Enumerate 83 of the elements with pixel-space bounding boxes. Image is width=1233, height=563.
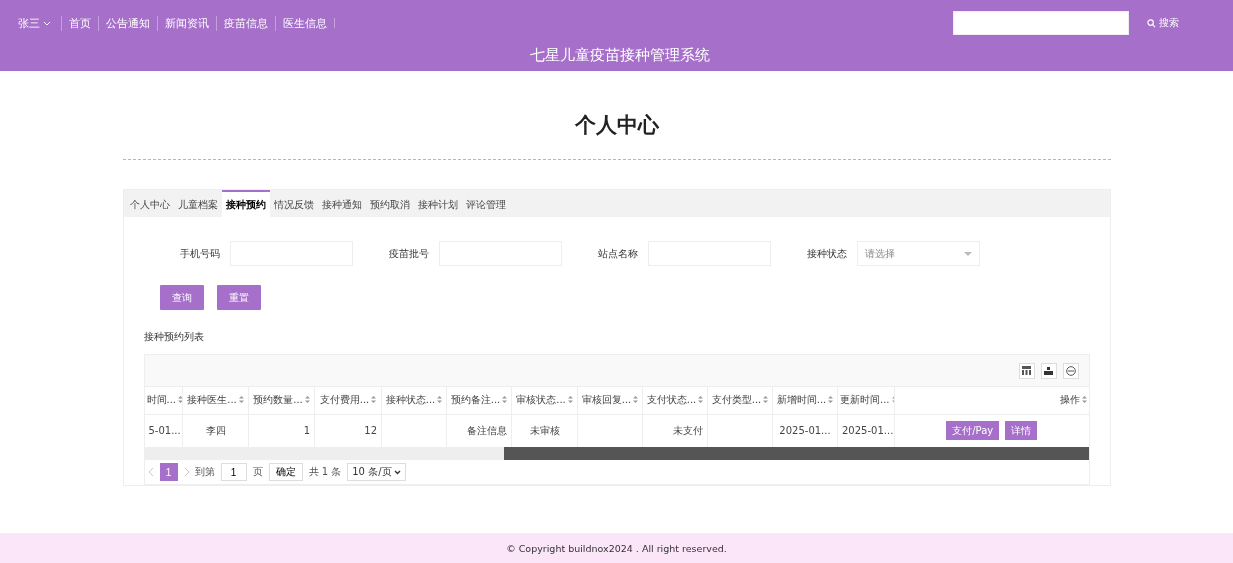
- column-header[interactable]: 操作: [894, 387, 1089, 414]
- search-field[interactable]: [953, 11, 1129, 35]
- table-cell: 1: [303, 425, 310, 437]
- tab[interactable]: 接种通知: [317, 190, 366, 217]
- reset-button[interactable]: 重置: [216, 285, 261, 310]
- nav-link[interactable]: 公告通知: [98, 15, 157, 31]
- sort-icon: [437, 396, 443, 404]
- sort-icon: [304, 396, 310, 404]
- total-count: 共 1 条: [308, 465, 342, 479]
- next-icon[interactable]: [183, 468, 189, 476]
- sort-icon: [371, 396, 377, 404]
- table-cell: 未审核: [529, 424, 560, 436]
- table-cell: 12: [364, 425, 377, 437]
- nav-link[interactable]: 新闻资讯: [157, 15, 216, 31]
- search-icon: [1147, 18, 1156, 28]
- page-input[interactable]: 1: [220, 463, 247, 481]
- tab[interactable]: 儿童档案: [173, 190, 222, 217]
- page-button[interactable]: 1: [159, 463, 178, 481]
- sort-icon: [1081, 396, 1087, 404]
- sort-icon: [238, 396, 244, 404]
- tab[interactable]: 个人中心: [125, 190, 174, 217]
- sort-icon: [763, 396, 769, 404]
- nav-link[interactable]: 疫苗信息: [216, 15, 275, 31]
- list-title: 接种预约列表: [143, 330, 205, 344]
- columns-button[interactable]: [1018, 362, 1035, 379]
- table-cell: 未支付: [673, 424, 703, 436]
- caret-icon: [963, 251, 972, 256]
- sort-icon: [828, 396, 834, 404]
- chevron-icon: [393, 469, 401, 475]
- field-label: 疫苗批号: [388, 246, 429, 261]
- column-header[interactable]: 支付状态...: [642, 387, 708, 414]
- sort-icon: [502, 396, 508, 404]
- field-label: 手机号码: [179, 246, 220, 261]
- column-header[interactable]: 更新时间...: [837, 387, 895, 414]
- column-header[interactable]: 支付类型...: [707, 387, 773, 414]
- table-cell: 2025-01...: [842, 425, 894, 437]
- user-menu[interactable]: 张三: [18, 15, 51, 31]
- details-button[interactable]: 详情: [1005, 421, 1038, 441]
- sort-icon: [567, 396, 573, 404]
- table-cell: 李四: [205, 424, 226, 436]
- table-cell: 2025-01...: [779, 425, 831, 437]
- search-button[interactable]: 搜索: [1141, 15, 1185, 31]
- scrollbar-thumb[interactable]: [503, 447, 1089, 460]
- nav-link[interactable]: 首页: [61, 15, 98, 31]
- field-label: 接种状态: [806, 246, 847, 261]
- tab[interactable]: 预约取消: [365, 190, 414, 217]
- page-size-select[interactable]: 10 条/页: [347, 463, 406, 481]
- tab[interactable]: 接种计划: [413, 190, 462, 217]
- query-button[interactable]: 查询: [159, 285, 204, 310]
- site-title: 七星儿童疫苗接种管理系统: [528, 46, 711, 65]
- column-header[interactable]: 预约数量...: [248, 387, 315, 414]
- select-field[interactable]: 请选择: [856, 241, 980, 266]
- sort-icon: [178, 396, 182, 404]
- page-title: 个人中心: [574, 112, 659, 139]
- chevron-icon: [43, 20, 51, 26]
- sort-icon: [633, 396, 639, 404]
- column-header[interactable]: 审核回复...: [577, 387, 643, 414]
- field-label: 站点名称: [597, 246, 638, 261]
- grid-icon: [1022, 366, 1031, 375]
- tab[interactable]: 情况反馈: [269, 190, 318, 217]
- tab[interactable]: 接种预约: [221, 190, 270, 217]
- column-header[interactable]: 审核状态...: [511, 387, 578, 414]
- print-button[interactable]: [1062, 362, 1079, 379]
- prev-icon[interactable]: [148, 468, 154, 476]
- column-header[interactable]: 时间...: [144, 387, 183, 414]
- table-cell: 备注信息: [467, 424, 507, 436]
- copyright-text: © Copyright buildnox2024 . All right reserved.: [0, 533, 1233, 563]
- tab[interactable]: 评论管理: [461, 190, 510, 217]
- page-unit: 页: [252, 465, 263, 479]
- column-header[interactable]: 新增时间...: [772, 387, 838, 414]
- column-header[interactable]: 接种状态...: [381, 387, 447, 414]
- export-button[interactable]: [1040, 362, 1057, 379]
- print-icon: [1065, 365, 1076, 376]
- nav-link[interactable]: 医生信息: [275, 15, 334, 31]
- sort-icon: [698, 396, 704, 404]
- table-cell: 5-01...: [148, 425, 181, 437]
- confirm-button[interactable]: 确定: [268, 463, 303, 481]
- column-header[interactable]: 接种医生...: [182, 387, 249, 414]
- column-header[interactable]: 预约备注...: [446, 387, 512, 414]
- pay-button[interactable]: 支付/Pay: [946, 421, 1000, 441]
- goto-label: 到第: [194, 465, 215, 479]
- column-header[interactable]: 支付费用...: [314, 387, 382, 414]
- export-icon: [1044, 366, 1053, 375]
